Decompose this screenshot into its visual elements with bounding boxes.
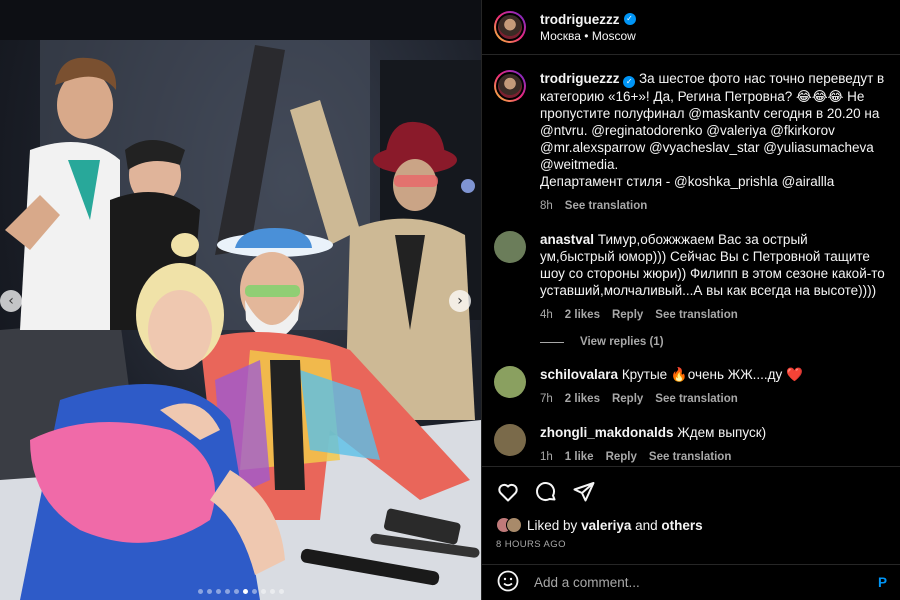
carousel-dot: [242, 589, 248, 594]
see-translation-link[interactable]: See translation: [655, 391, 737, 408]
post-details-panel: trodriguezzz ✓ Москва • Moscow trodrigue…: [481, 0, 900, 600]
author-avatar[interactable]: [494, 11, 526, 43]
comment-item: zhongli_makdonalds Ждем выпуск) 1h 1 lik…: [494, 424, 885, 466]
caption-time: 8h: [540, 200, 553, 212]
caption: trodriguezzz ✓ За шестое фото нас точно …: [494, 70, 885, 215]
view-replies-button[interactable]: View replies (1): [540, 336, 885, 348]
comment-likes[interactable]: 2 likes: [565, 391, 600, 408]
post-header: trodriguezzz ✓ Москва • Moscow: [482, 0, 900, 55]
comment-time: 7h: [540, 393, 553, 405]
add-comment-bar: Add a comment... P: [482, 564, 900, 600]
liked-by-prefix: Liked by: [527, 517, 578, 533]
carousel-dot: [206, 589, 212, 594]
comment-likes[interactable]: 2 likes: [565, 307, 600, 324]
view-replies-label: View replies (1): [580, 336, 664, 348]
liker-avatar: [506, 517, 522, 533]
post-photo[interactable]: ‹ ›: [0, 0, 481, 600]
carousel-dot: [278, 589, 284, 594]
see-translation-link[interactable]: See translation: [565, 198, 647, 215]
caption-author-avatar[interactable]: [494, 70, 526, 102]
caption-text: За шестое фото нас точно переведут в кат…: [540, 71, 885, 172]
carousel-dot: [215, 589, 221, 594]
comment-icon[interactable]: [534, 480, 558, 504]
post-actions: Liked by valeriya and others 8 HOURS AGO: [482, 466, 900, 550]
liked-by-others[interactable]: others: [661, 518, 702, 533]
commenter-avatar[interactable]: [494, 366, 526, 398]
carousel-prev-button[interactable]: ‹: [0, 290, 22, 312]
commenter-avatar[interactable]: [494, 231, 526, 263]
carousel-dot: [269, 589, 275, 594]
see-translation-link[interactable]: See translation: [655, 307, 737, 324]
author-username[interactable]: trodriguezzz ✓: [540, 12, 636, 27]
comment-item: anastval Тимур,обожжжаем Вас за острый у…: [494, 231, 885, 324]
liked-by-and: and: [635, 517, 658, 533]
verified-icon: ✓: [623, 13, 636, 25]
comment-text: Ждем выпуск): [677, 425, 767, 440]
caption-username[interactable]: trodriguezzz: [540, 71, 620, 86]
comment-username[interactable]: zhongli_makdonalds: [540, 425, 674, 440]
comment-item: schilovalara Крутые 🔥очень ЖЖ....ду ❤️ 7…: [494, 366, 885, 408]
comment-time: 4h: [540, 309, 553, 321]
comment-input[interactable]: Add a comment...: [534, 575, 878, 590]
comment-time: 1h: [540, 451, 553, 463]
reply-button[interactable]: Reply: [612, 391, 643, 408]
verified-icon: ✓: [623, 76, 636, 88]
comment-username[interactable]: anastval: [540, 232, 594, 247]
comment-text: Крутые 🔥очень ЖЖ....ду ❤️: [621, 367, 803, 382]
carousel-next-button[interactable]: ›: [449, 290, 471, 312]
carousel-dots: [0, 589, 481, 594]
carousel-dot: [251, 589, 257, 594]
see-translation-link[interactable]: See translation: [649, 449, 731, 466]
chevron-right-icon: ›: [457, 293, 463, 309]
carousel-dot: [260, 589, 266, 594]
photo-illustration: [0, 0, 481, 600]
heart-icon[interactable]: [496, 480, 520, 504]
caption-credits: Департамент стиля - @koshka_prishla @air…: [540, 174, 835, 189]
comment-likes[interactable]: 1 like: [565, 449, 594, 466]
likes-summary[interactable]: Liked by valeriya and others: [496, 517, 887, 533]
liked-by-user[interactable]: valeriya: [581, 518, 631, 533]
commenter-avatar[interactable]: [494, 424, 526, 456]
reply-button[interactable]: Reply: [606, 449, 637, 466]
comments-list[interactable]: trodriguezzz ✓ За шестое фото нас точно …: [482, 56, 900, 466]
reply-button[interactable]: Reply: [612, 307, 643, 324]
replies-divider: [540, 341, 564, 343]
carousel-dot: [224, 589, 230, 594]
emoji-icon[interactable]: [496, 569, 520, 596]
post-comment-button[interactable]: P: [878, 575, 887, 590]
chevron-left-icon: ‹: [8, 293, 14, 309]
carousel-dot: [197, 589, 203, 594]
share-icon[interactable]: [572, 480, 596, 504]
post-time-ago[interactable]: 8 HOURS AGO: [496, 539, 887, 550]
carousel-dot: [233, 589, 239, 594]
comment-username[interactable]: schilovalara: [540, 367, 618, 382]
post-location[interactable]: Москва • Moscow: [540, 29, 636, 43]
